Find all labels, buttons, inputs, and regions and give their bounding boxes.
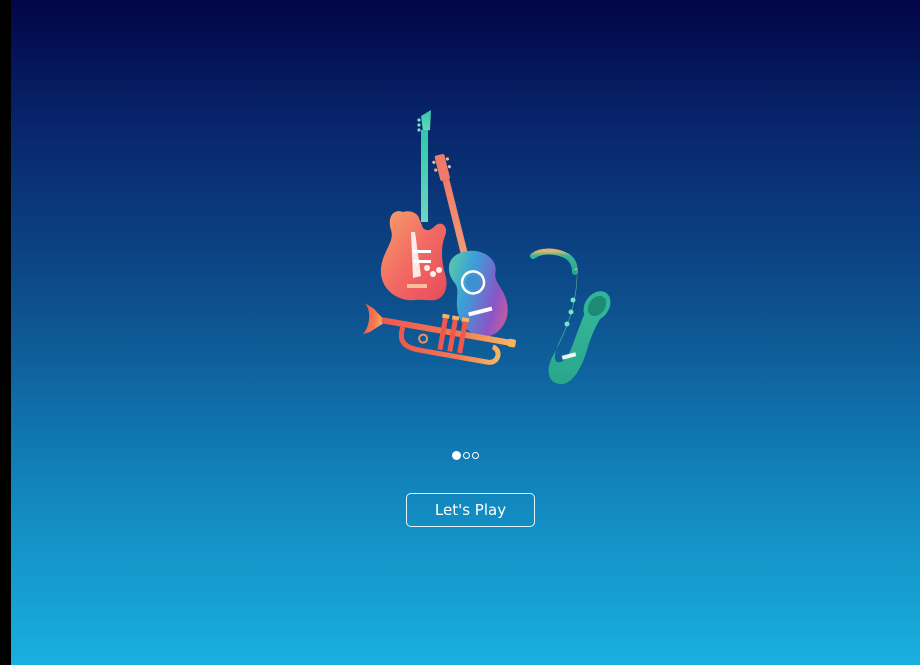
page-dot-1[interactable] (452, 451, 461, 460)
page-dot-2[interactable] (463, 452, 470, 459)
saxophone-icon (530, 248, 611, 385)
lets-play-button[interactable]: Let's Play (406, 493, 535, 527)
page-indicator (11, 451, 920, 464)
instruments-illustration (362, 110, 611, 385)
electric-guitar-icon (380, 110, 447, 301)
window-edge (0, 0, 11, 665)
page-dot-3[interactable] (472, 452, 479, 459)
onboarding-screen: Let's Play (11, 0, 920, 665)
